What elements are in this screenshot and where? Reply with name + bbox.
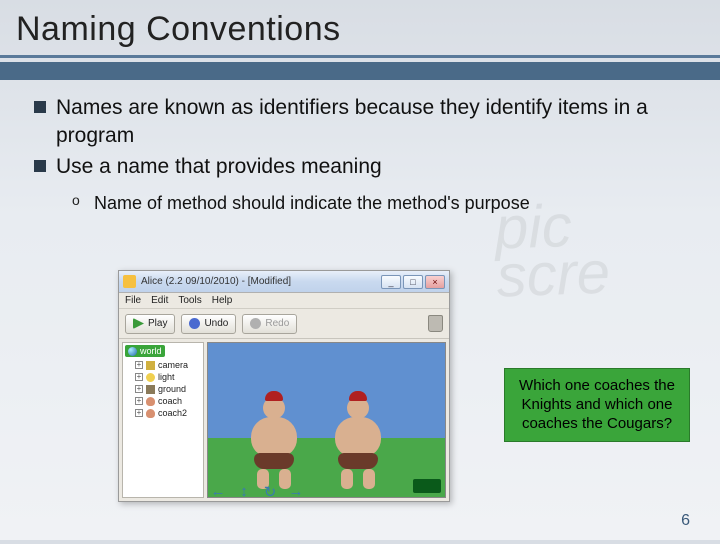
light-icon [146,373,155,382]
trash-icon[interactable] [428,315,443,332]
page-number: 6 [681,512,690,530]
tree-item-light[interactable]: + light [125,371,201,383]
expand-icon[interactable]: + [135,397,143,405]
app-icon [123,275,136,288]
minimize-button[interactable]: _ [381,275,401,289]
callout-text: Which one coaches the Knights and which … [519,377,675,432]
question-callout: Which one coaches the Knights and which … [504,368,690,442]
menu-file[interactable]: File [125,295,141,306]
tree-item-camera[interactable]: + camera [125,359,201,371]
toolbar: Play Undo Redo [119,309,449,339]
sub-bullet-item: Name of method should indicate the metho… [72,191,692,216]
camera-nav-controls: ← ↕ ↻ → [209,483,305,499]
expand-icon[interactable]: + [135,373,143,381]
arrow-right-icon[interactable]: → [287,483,305,499]
tree-label: light [158,372,175,382]
play-label: Play [148,318,167,329]
tree-label: ground [158,384,186,394]
undo-label: Undo [204,318,228,329]
tree-item-ground[interactable]: + ground [125,383,201,395]
menu-help[interactable]: Help [212,295,233,306]
cap-icon [349,391,367,401]
coach-icon [146,409,155,418]
menu-tools[interactable]: Tools [178,295,201,306]
undo-button[interactable]: Undo [181,314,236,334]
tree-label: camera [158,360,188,370]
redo-icon [250,318,261,329]
camera-icon [146,361,155,370]
cap-icon [265,391,283,401]
play-button[interactable]: Play [125,314,175,334]
object-tree: world + camera + light + ground + coach [122,342,204,498]
slide-title: Naming Conventions [0,0,720,55]
character-coach-right [330,397,386,489]
globe-icon [128,347,137,356]
redo-label: Redo [265,318,289,329]
maximize-button[interactable]: □ [403,275,423,289]
character-coach-left [246,397,302,489]
scene-viewport[interactable] [207,342,446,498]
redo-button[interactable]: Redo [242,314,297,334]
expand-icon[interactable]: + [135,409,143,417]
tree-label: coach [158,396,182,406]
expand-icon[interactable]: + [135,361,143,369]
alice-app-window: Alice (2.2 09/10/2010) - [Modified] _ □ … [118,270,450,502]
window-titlebar: Alice (2.2 09/10/2010) - [Modified] _ □ … [119,271,449,293]
arrow-left-icon[interactable]: ← [209,483,227,499]
play-icon [133,318,144,329]
coach-icon [146,397,155,406]
tree-item-coach[interactable]: + coach [125,395,201,407]
undo-icon [189,318,200,329]
tree-root-label: world [140,346,162,356]
slide-content: Names are known as identifiers because t… [0,94,720,216]
tree-root-world[interactable]: world [125,345,165,357]
menu-bar: File Edit Tools Help [119,293,449,309]
workspace: world + camera + light + ground + coach [119,339,449,501]
close-button[interactable]: × [425,275,445,289]
arrow-up-down-icon[interactable]: ↕ [235,483,253,499]
tree-label: coach2 [158,408,187,418]
bullet-item: Names are known as identifiers because t… [34,94,692,151]
accent-bar [0,62,720,80]
window-title: Alice (2.2 09/10/2010) - [Modified] [141,276,379,287]
rotate-icon[interactable]: ↻ [261,483,279,499]
menu-edit[interactable]: Edit [151,295,168,306]
bullet-item: Use a name that provides meaning [34,153,692,181]
expand-icon[interactable]: + [135,385,143,393]
tree-item-coach2[interactable]: + coach2 [125,407,201,419]
title-underline [0,55,720,58]
ground-icon [146,385,155,394]
viewport-badge [413,479,441,493]
